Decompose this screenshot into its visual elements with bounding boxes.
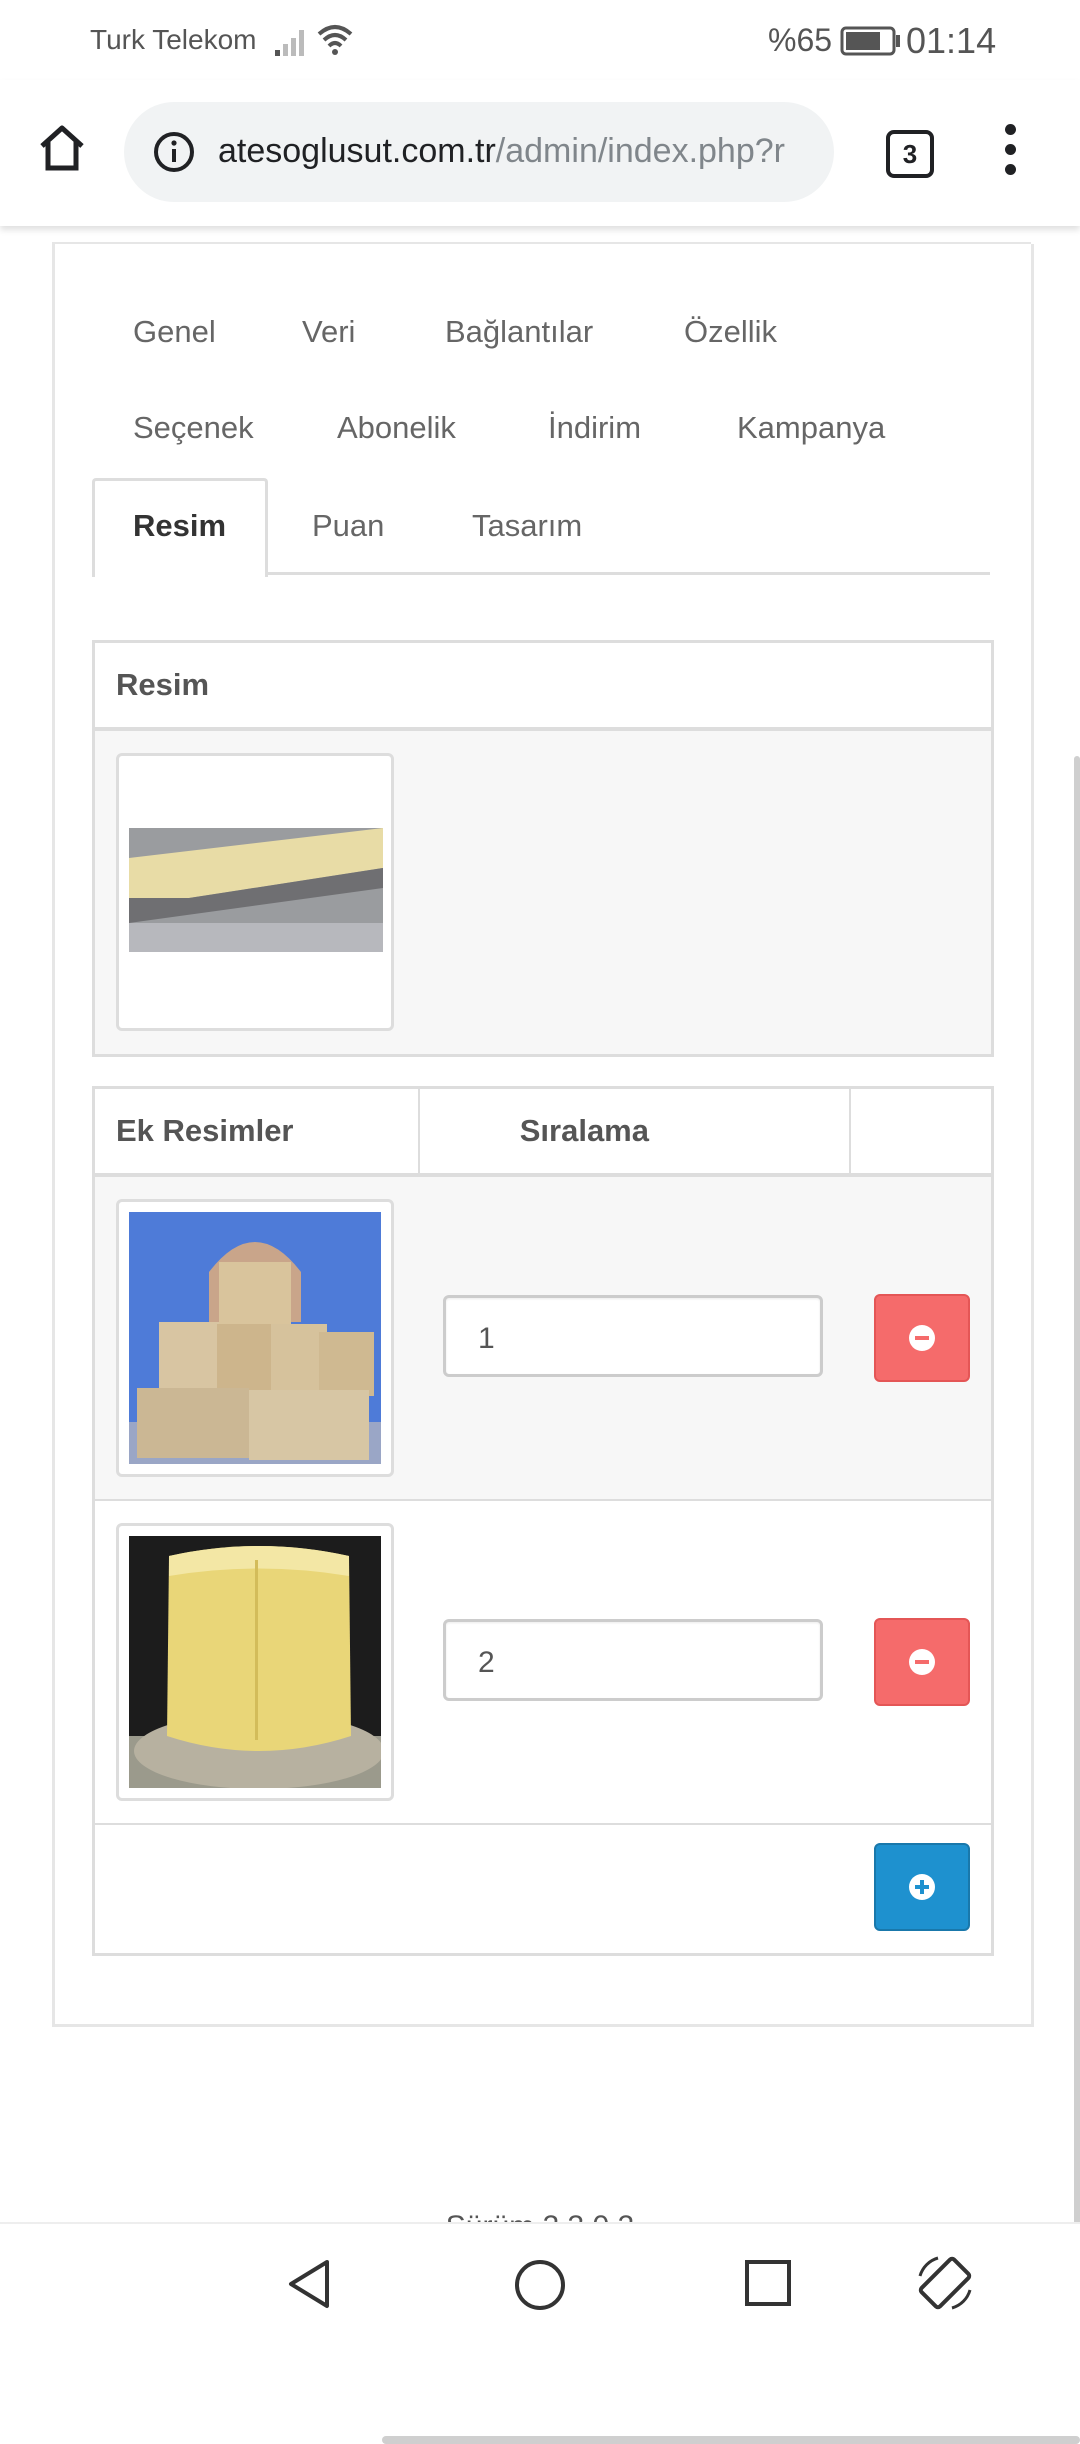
horizontal-scrollbar[interactable] [382,2436,1080,2444]
system-navigation-bar [0,2222,1080,2342]
rotate-screen-icon[interactable] [912,2250,978,2316]
carrier-name: Turk Telekom [90,24,257,55]
url-path: /admin/index.php?r [495,132,785,170]
table-row: 1 [95,1177,991,1501]
tab-kampanya[interactable]: Kampanya [737,410,885,446]
cheese-wheel-image [129,1536,381,1788]
vertical-scrollbar[interactable] [1074,756,1080,2286]
clock: 01:14 [906,20,997,61]
main-image-thumbnail[interactable] [116,753,394,1031]
main-image-table: Resim [92,640,994,1057]
cheese-block-image [129,828,383,952]
tab-genel[interactable]: Genel [133,314,216,350]
url-host: atesoglusut.com.tr [218,132,496,170]
cheese-stack-image [129,1212,381,1464]
tab-abonelik[interactable]: Abonelik [337,410,456,446]
add-image-row [95,1825,991,1953]
tab-resim[interactable]: Resim [133,508,226,544]
column-ek-resimler: Ek Resimler [116,1113,294,1148]
tab-ozellik[interactable]: Özellik [684,314,777,350]
tab-puan[interactable]: Puan [312,508,384,544]
sort-order-input[interactable]: 1 [443,1295,823,1377]
page-content: Genel Veri Bağlantılar Özellik Seçenek A… [0,226,1080,2444]
add-image-button[interactable] [874,1843,970,1931]
minus-circle-icon [909,1649,935,1675]
url-text[interactable]: atesoglusut.com.tr/admin/index.php?r [218,132,814,171]
main-image-header-label: Resim [116,667,210,702]
recent-apps-icon[interactable] [743,2258,793,2308]
home-circle-icon[interactable] [513,2258,567,2312]
main-image-header: Resim [95,643,991,731]
tab-baglantilar[interactable]: Bağlantılar [445,314,593,350]
battery-percent: %65 [768,22,833,58]
tab-tasarim[interactable]: Tasarım [472,508,582,544]
more-options-icon[interactable] [996,124,1024,184]
main-image-cell [95,731,991,1054]
browser-toolbar: atesoglusut.com.tr/admin/index.php?r 3 [0,80,1080,226]
additional-images-table: Ek Resimler Sıralama 1 2 [92,1086,994,1956]
additional-image-thumbnail[interactable] [116,1523,394,1801]
minus-circle-icon [909,1325,935,1351]
column-siralama: Sıralama [519,1113,649,1148]
additional-image-thumbnail[interactable] [116,1199,394,1477]
remove-image-button[interactable] [874,1618,970,1706]
table-row: 2 [95,1501,991,1825]
tab-switcher-button[interactable]: 3 [886,130,934,178]
remove-image-button[interactable] [874,1294,970,1382]
status-bar: Turk Telekom %65 01:14 [0,0,1080,80]
additional-images-header: Ek Resimler Sıralama [95,1089,991,1177]
tab-veri[interactable]: Veri [302,314,355,350]
plus-circle-icon [909,1874,935,1900]
tab-indirim[interactable]: İndirim [548,410,641,446]
sort-order-input[interactable]: 2 [443,1619,823,1701]
home-icon[interactable] [36,122,88,174]
tab-secenek[interactable]: Seçenek [133,410,254,446]
address-bar[interactable]: atesoglusut.com.tr/admin/index.php?r [124,102,834,202]
battery-icon [840,26,900,56]
signal-wifi-icon [275,25,353,56]
back-icon[interactable] [283,2256,335,2312]
info-icon[interactable] [152,130,196,174]
